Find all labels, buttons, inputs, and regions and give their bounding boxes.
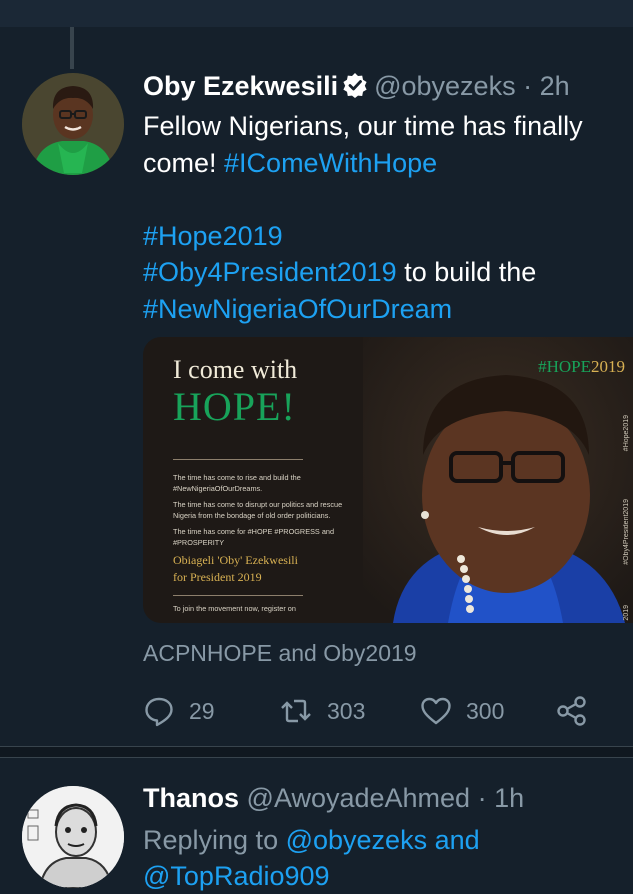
author-handle[interactable]: @obyezeks: [374, 71, 515, 101]
retweet-count: 303: [327, 697, 366, 724]
share-button[interactable]: [555, 692, 589, 730]
reply-icon: [143, 695, 175, 727]
poster-title-line2: HOPE!: [173, 384, 296, 429]
mention-link-obyezeks[interactable]: @obyezeks: [286, 825, 427, 855]
reply-author-name[interactable]: Thanos: [143, 783, 239, 813]
poster-signature-line1: Obiageli 'Oby' Ezekwesili: [173, 553, 298, 567]
poster-paragraph: The time has come to rise and build the …: [173, 473, 301, 493]
top-bar: [0, 0, 633, 27]
heart-icon: [420, 696, 452, 726]
hashtag-link-newnigeriaofourdream[interactable]: #NewNigeriaOfOurDream: [143, 294, 452, 324]
poster-divider: [173, 459, 303, 460]
poster-corner-hashtag: #HOPE2019: [538, 357, 625, 376]
author-name[interactable]: Oby Ezekwesili: [143, 71, 338, 101]
poster-divider: [173, 595, 303, 596]
tweet-text-line: Fellow Nigerians, our time has finally: [143, 111, 583, 141]
poster-paragraph: The time has come for #HOPE #PROGRESS an…: [173, 527, 335, 547]
hashtag-link-oby4president2019[interactable]: #Oby4President2019: [143, 257, 397, 287]
share-icon: [555, 694, 589, 728]
reply-button[interactable]: 29: [143, 692, 215, 730]
hashtag-link-hope2019[interactable]: #Hope2019: [143, 221, 283, 251]
tweet-divider: [0, 746, 633, 758]
reply-author-avatar[interactable]: [22, 786, 124, 888]
campaign-portrait-image: [363, 337, 633, 623]
avatar-portrait-image: [22, 73, 124, 175]
avatar-sketch-image: [22, 786, 124, 888]
retweet-icon: [279, 695, 313, 727]
reply-author-handle[interactable]: @AwoyadeAhmed: [247, 783, 471, 813]
poster-paragraph: The time has come to disrupt our politic…: [173, 500, 343, 520]
retweet-button[interactable]: 303: [279, 692, 365, 730]
reply-timestamp[interactable]: 1h: [494, 783, 524, 813]
tweet-text: Fellow Nigerians, our time has finally c…: [143, 108, 613, 327]
verified-badge-icon: [342, 71, 368, 107]
tweet-timestamp[interactable]: 2h: [540, 71, 570, 101]
tweet-text-segment: to build the: [396, 257, 537, 287]
poster-vertical-tag: #Oby4President2019: [623, 499, 630, 565]
poster-text-block: I come with HOPE! The time has come to r…: [173, 355, 343, 613]
tweet-media-image[interactable]: I come with HOPE! The time has come to r…: [143, 337, 633, 623]
hashtag-link-icomewithhope[interactable]: #IComeWithHope: [224, 148, 437, 178]
poster-signature-line2: for President 2019: [173, 570, 262, 584]
header-separator: ·: [523, 71, 533, 101]
tweet-actions: 29 303 300: [143, 692, 613, 730]
replying-and: and: [427, 825, 480, 855]
poster-join-text: To join the movement now, register on: [173, 604, 296, 613]
reply-count: 29: [189, 697, 215, 724]
media-attribution[interactable]: ACPNHOPE and Oby2019: [143, 638, 417, 668]
poster-vertical-tag: #Hope2019: [623, 415, 630, 452]
reply-header: Thanos @AwoyadeAhmed · 1h: [143, 780, 524, 816]
author-avatar[interactable]: [22, 73, 124, 175]
replying-to: Replying to @obyezeks and @TopRadio909: [143, 822, 480, 894]
tweet-text-segment: come!: [143, 147, 225, 178]
poster-vertical-tag: 2019: [623, 605, 630, 621]
thread-connector-line: [70, 27, 74, 69]
like-button[interactable]: 300: [420, 692, 504, 730]
like-count: 300: [466, 697, 505, 724]
mention-link-topradio909[interactable]: @TopRadio909: [143, 861, 330, 891]
tweet-header: Oby Ezekwesili @obyezeks · 2h: [143, 68, 570, 107]
header-separator: ·: [477, 783, 487, 813]
replying-prefix: Replying to: [143, 825, 286, 855]
poster-title-line1: I come with: [173, 355, 298, 384]
